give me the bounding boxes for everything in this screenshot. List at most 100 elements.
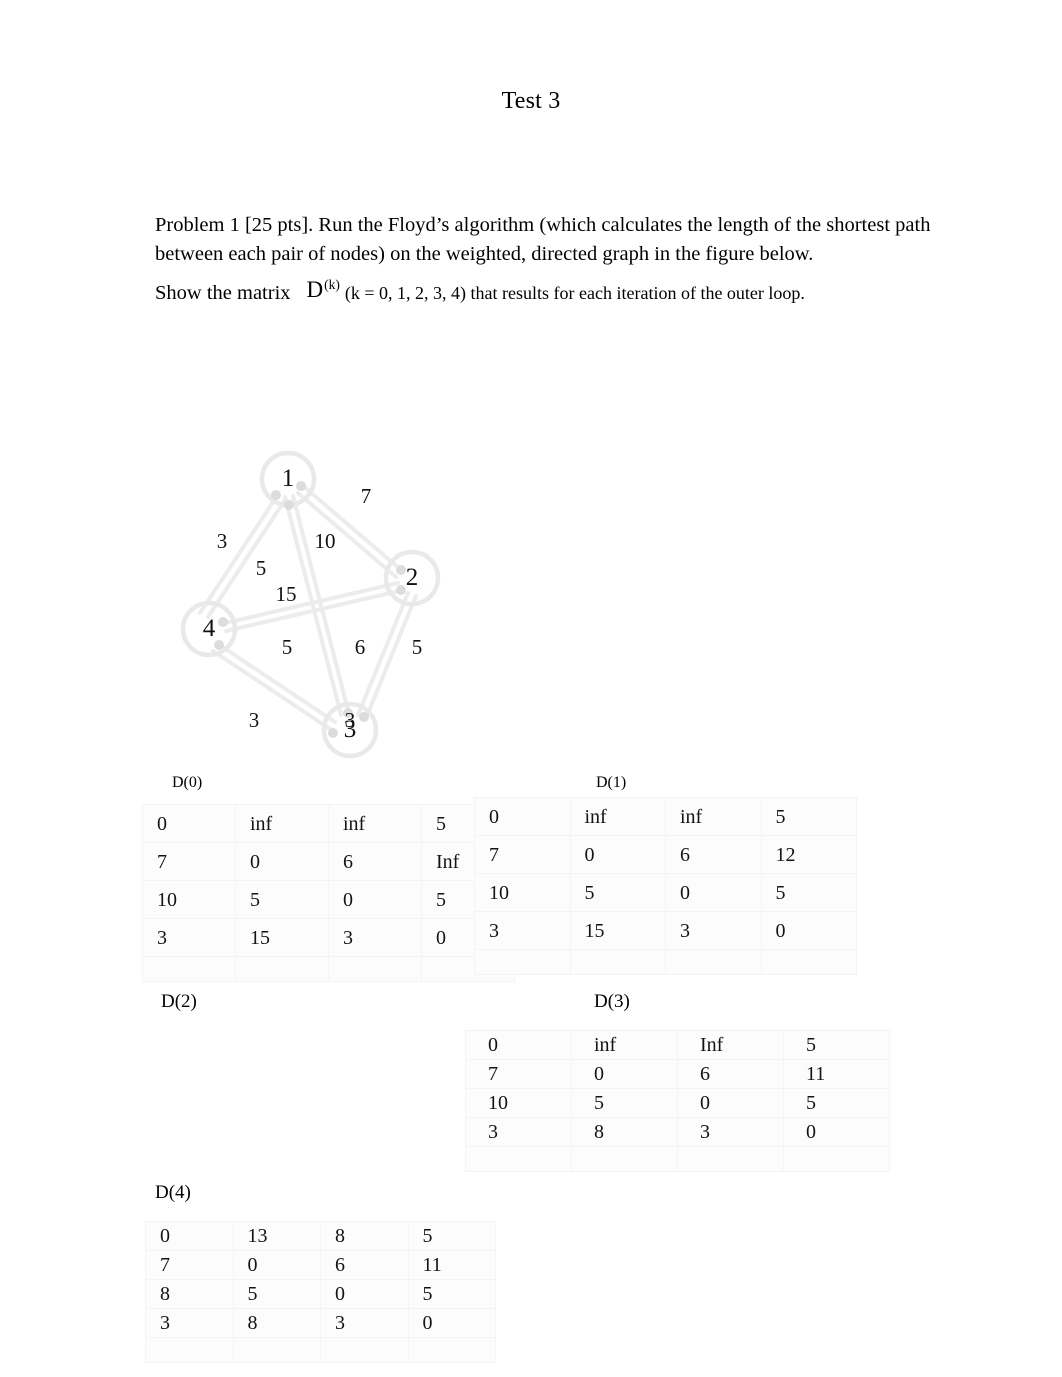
edge-4-2-a <box>223 581 400 625</box>
matrix-cell: 0 <box>328 880 422 919</box>
matrix-row: 7 0 6 11 <box>465 1059 890 1089</box>
matrix-cell: 5 <box>569 873 666 912</box>
matrix-table-d1: 0 inf inf 5 7 0 6 12 10 5 0 5 3 15 3 0 <box>474 797 857 975</box>
matrix-cell: 7 <box>465 1059 572 1089</box>
matrix-superscript: (k) <box>324 277 340 292</box>
matrix-table-d0: 0 inf inf 5 7 0 6 Inf 10 5 0 5 3 15 3 0 <box>142 804 515 982</box>
matrix-cell: 5 <box>232 1279 321 1309</box>
matrix-cell: 0 <box>235 842 329 881</box>
problem-line-1: Problem 1 [25 pts]. Run the Floyd’s algo… <box>155 214 931 236</box>
graph-edge-label-6: 6 <box>354 635 366 659</box>
edge-1-4-a <box>198 494 279 615</box>
matrix-cell-empty <box>328 956 422 982</box>
matrix-row-spacer <box>142 956 515 982</box>
matrix-row: 3 15 3 0 <box>142 918 515 957</box>
matrix-row: 3 15 3 0 <box>474 911 857 950</box>
graph-edge-label-5-lower-left: 5 <box>281 635 293 659</box>
matrix-row-spacer <box>145 1337 496 1363</box>
matrix-cell: 8 <box>571 1117 678 1147</box>
matrix-cell: 12 <box>760 835 857 874</box>
matrix-cell: 0 <box>760 911 857 950</box>
matrix-table-d3: 0 inf Inf 5 7 0 6 11 10 5 0 5 3 8 3 0 <box>465 1030 890 1172</box>
page-title: Test 3 <box>501 88 561 114</box>
matrix-row: 7 0 6 11 <box>145 1250 496 1280</box>
matrix-cell: 11 <box>783 1059 890 1089</box>
matrix-cell: 0 <box>783 1117 890 1147</box>
matrix-caption-d2: D(2) <box>161 991 197 1012</box>
matrix-cell: 3 <box>142 918 236 957</box>
graph-edge-label-15: 15 <box>275 582 297 606</box>
graph-edge-label-10: 10 <box>314 529 336 553</box>
matrix-cell: 5 <box>760 797 857 836</box>
matrix-cell: 5 <box>783 1088 890 1118</box>
matrix-row: 7 0 6 Inf <box>142 842 515 881</box>
matrix-cell: 0 <box>320 1279 409 1309</box>
matrix-cell-empty <box>783 1146 890 1172</box>
matrix-cell: 8 <box>145 1279 234 1309</box>
graph-node-label-4: 4 <box>202 615 216 642</box>
arrowheads <box>214 481 406 738</box>
matrix-cell-empty <box>474 949 571 975</box>
matrix-cell: Inf <box>677 1030 784 1060</box>
graph-edges-svg <box>180 450 441 759</box>
matrix-cell: 0 <box>145 1221 234 1251</box>
matrix-cell: 8 <box>232 1308 321 1338</box>
matrix-row: 0 13 8 5 <box>145 1221 496 1251</box>
matrix-row: 0 inf inf 5 <box>474 797 857 836</box>
matrix-symbol: D <box>306 276 324 302</box>
problem-line-2: between each pair of nodes) on the weigh… <box>155 243 814 265</box>
matrix-cell: 0 <box>474 797 571 836</box>
graph-figure: 1 2 3 4 7 3 10 5 15 5 6 5 3 3 <box>155 430 485 770</box>
matrix-cell-empty <box>145 1337 234 1363</box>
matrix-row: 10 5 0 5 <box>142 880 515 919</box>
matrix-cell: 7 <box>474 835 571 874</box>
matrix-cell-empty <box>465 1146 572 1172</box>
matrix-row: 0 inf Inf 5 <box>465 1030 890 1060</box>
matrix-cell: 15 <box>569 911 666 950</box>
matrix-table-d4: 0 13 8 5 7 0 6 11 8 5 0 5 3 8 3 0 <box>145 1221 496 1363</box>
matrix-cell: 3 <box>328 918 422 957</box>
graph-edge-label-7: 7 <box>360 484 372 508</box>
matrix-cell: 10 <box>142 880 236 919</box>
matrix-row-spacer <box>465 1146 890 1172</box>
matrix-row: 3830 <box>465 1117 890 1147</box>
matrix-cell-empty <box>665 949 762 975</box>
matrix-row: 8505 <box>145 1279 496 1309</box>
matrix-cell: 10 <box>474 873 571 912</box>
matrix-cell-empty <box>569 949 666 975</box>
graph-edge-label-3-bottom-left: 3 <box>248 708 260 732</box>
matrix-caption-d1: D(1) <box>596 774 627 791</box>
graph-edge-label-3-bottom-right: 3 <box>344 708 356 732</box>
matrix-cell-empty <box>760 949 857 975</box>
matrix-cell: 5 <box>783 1030 890 1060</box>
matrix-row-spacer <box>474 949 857 975</box>
matrix-cell: 13 <box>232 1221 321 1251</box>
matrix-cell: 5 <box>407 1279 496 1309</box>
matrix-cell-empty <box>320 1337 409 1363</box>
matrix-cell: 3 <box>465 1117 572 1147</box>
matrix-cell: 5 <box>571 1088 678 1118</box>
graph-edge-label-5-right: 5 <box>411 635 423 659</box>
matrix-cell: 3 <box>145 1308 234 1338</box>
matrix-cell: 0 <box>665 873 762 912</box>
matrix-cell: 0 <box>677 1088 784 1118</box>
matrix-cell: 3 <box>665 911 762 950</box>
edge-4-3-b <box>211 649 332 731</box>
matrix-cell-empty <box>235 956 329 982</box>
matrix-row: 10 5 0 5 <box>465 1088 890 1118</box>
matrix-row: 7 0 6 12 <box>474 835 857 874</box>
matrix-cell: 0 <box>569 835 666 874</box>
matrix-cell: 5 <box>407 1221 496 1251</box>
graph-edge-label-3-upper-left: 3 <box>216 529 228 553</box>
matrix-cell: inf <box>235 804 329 843</box>
matrix-cell: 6 <box>665 835 762 874</box>
matrix-caption-d4: D(4) <box>155 1182 191 1203</box>
matrix-cell-empty <box>142 956 236 982</box>
matrix-caption-d0: D(0) <box>172 774 203 791</box>
matrix-cell: 6 <box>328 842 422 881</box>
matrix-cell: 3 <box>474 911 571 950</box>
matrix-cell: 3 <box>677 1117 784 1147</box>
matrix-cell: inf <box>571 1030 678 1060</box>
problem-statement: Problem 1 [25 pts]. Run the Floyd’s algo… <box>155 211 963 308</box>
matrix-row: 3830 <box>145 1308 496 1338</box>
